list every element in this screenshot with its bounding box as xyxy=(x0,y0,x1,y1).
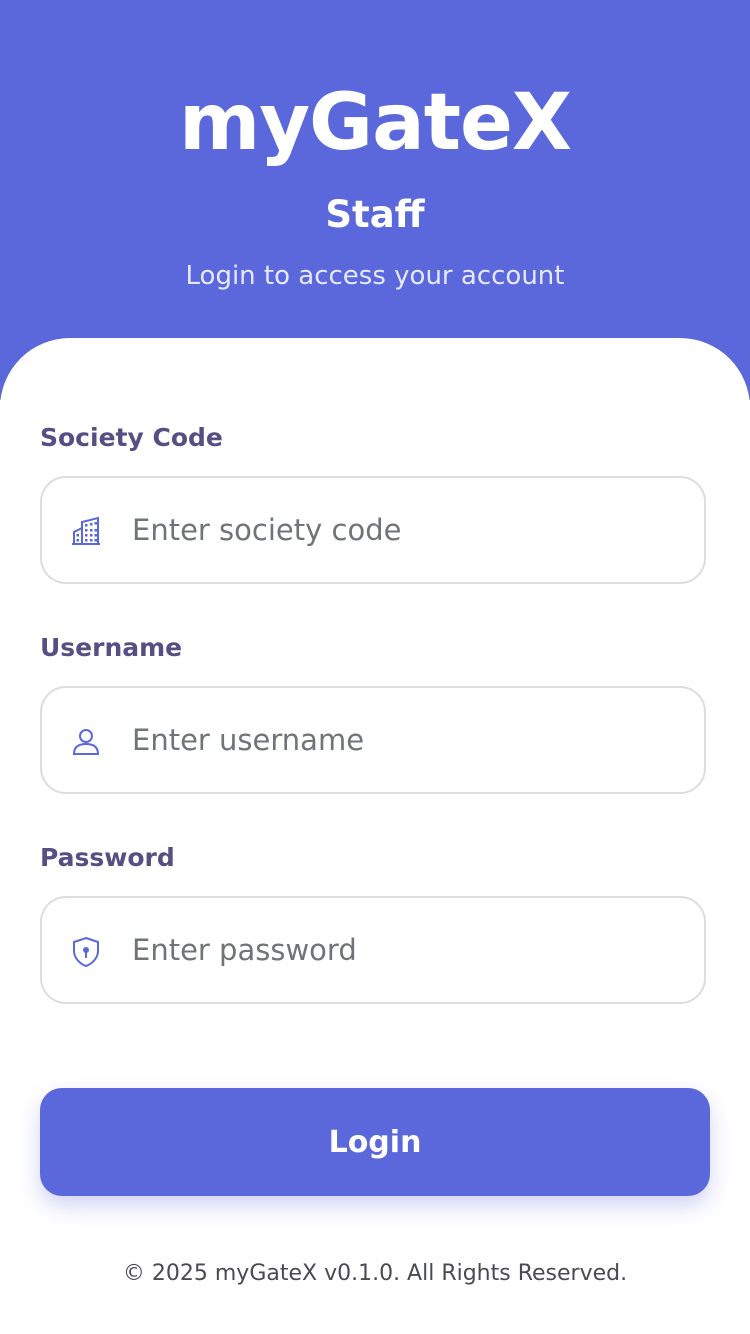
app-logo: myGateX xyxy=(178,78,572,168)
username-label: Username xyxy=(40,633,183,662)
password-label: Password xyxy=(40,843,175,872)
login-screen: myGateX Staff Login to access your accou… xyxy=(0,0,750,1334)
footer-copyright: © 2025 myGateX v0.1.0. All Rights Reserv… xyxy=(122,1261,628,1286)
username-input[interactable] xyxy=(132,688,692,792)
shield-lock-icon xyxy=(73,936,99,968)
building-icon xyxy=(72,516,100,545)
society-code-label: Society Code xyxy=(40,423,223,452)
society-code-input[interactable] xyxy=(132,478,692,582)
password-input[interactable] xyxy=(132,898,692,1002)
role-title: Staff xyxy=(325,193,425,236)
username-field[interactable] xyxy=(40,686,706,794)
login-button[interactable]: Login xyxy=(40,1088,710,1196)
login-subtitle: Login to access your account xyxy=(185,261,565,291)
user-icon xyxy=(72,729,100,755)
password-field[interactable] xyxy=(40,896,706,1004)
society-code-field[interactable] xyxy=(40,476,706,584)
